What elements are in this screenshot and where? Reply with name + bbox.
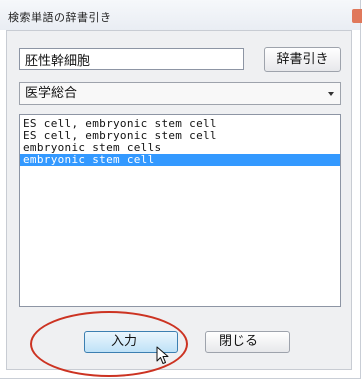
- close-button-label: 閉じる: [219, 334, 259, 349]
- title-bar[interactable]: 検索単語の辞書引き: [0, 0, 362, 30]
- chevron-down-icon[interactable]: [328, 92, 334, 96]
- dictionary-select-value: 医学総合: [25, 86, 78, 101]
- window-close-button[interactable]: [352, 9, 362, 23]
- dictionary-select[interactable]: 医学総合: [19, 82, 341, 105]
- close-button[interactable]: 閉じる: [205, 331, 290, 353]
- result-list[interactable]: ES cell, embryonic stem cell ES cell, em…: [19, 114, 341, 307]
- search-term-input[interactable]: [19, 48, 244, 70]
- window-title: 検索単語の辞書引き: [8, 11, 112, 24]
- input-button-label: 入力: [111, 334, 138, 349]
- dictionary-lookup-button[interactable]: 辞書引き: [264, 47, 341, 72]
- mouse-pointer-icon: [156, 346, 169, 364]
- result-item-selected[interactable]: embryonic stem cell: [20, 154, 340, 166]
